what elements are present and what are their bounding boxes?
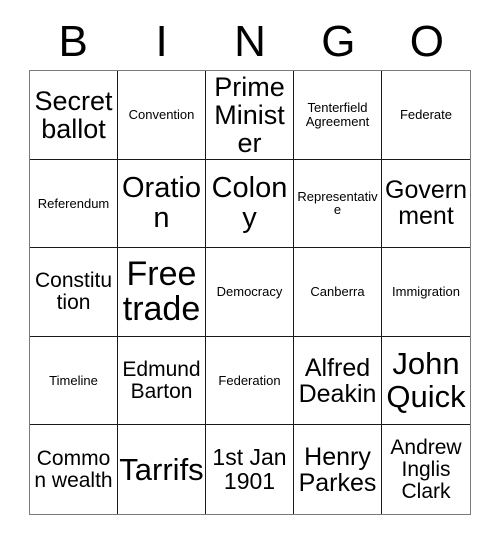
bingo-cell[interactable]: Federate — [382, 71, 470, 160]
bingo-cell-label: Andrew Inglis Clark — [390, 435, 462, 503]
bingo-cell[interactable]: Colony — [206, 159, 294, 249]
bingo-cell-label: Timeline — [49, 372, 98, 388]
bingo-cell-label: Federation — [218, 372, 281, 388]
header-letter-i: I — [155, 17, 168, 66]
bingo-cell-label: Constitu tion — [34, 269, 113, 314]
bingo-cell[interactable]: Free trade — [118, 248, 206, 337]
bingo-cell[interactable]: Andrew Inglis Clark — [382, 425, 470, 514]
bingo-cell-label: Canberra — [310, 284, 365, 300]
bingo-cell-label: Tenterfield Agreement — [305, 100, 370, 129]
bingo-cell[interactable]: Democracy — [206, 248, 294, 337]
bingo-cell[interactable]: Timeline — [30, 336, 118, 426]
bingo-cell-label: Democracy — [216, 284, 283, 300]
bingo-cell[interactable]: 1st Jan 1901 — [206, 425, 294, 514]
bingo-cell[interactable]: Oration — [118, 159, 206, 249]
bingo-grid: Secret ballot Convention Prime Minister Ten… — [29, 70, 471, 515]
bingo-cell[interactable]: Edmund Barton — [118, 336, 206, 426]
bingo-cell[interactable]: Govern ment — [382, 159, 470, 249]
bingo-cell-label: Govern ment — [385, 176, 467, 231]
bingo-cell-label: Secret ballot — [34, 85, 113, 144]
bingo-cell-label: Tarrifs — [119, 451, 204, 487]
bingo-cell-label: Common wealth — [34, 446, 113, 492]
bingo-cell[interactable]: Alfred Deakin — [294, 336, 382, 426]
bingo-cell[interactable]: Federation — [206, 336, 294, 426]
bingo-cell[interactable]: Representative — [294, 159, 382, 249]
header-letter-g: G — [321, 17, 356, 66]
bingo-cell-label: Oration — [122, 172, 201, 235]
bingo-cell-label: John Quick — [386, 346, 466, 414]
bingo-cell[interactable]: Referendum — [30, 159, 118, 249]
bingo-cell[interactable]: Common wealth — [30, 425, 118, 514]
bingo-cell-label: Convention — [128, 107, 195, 123]
bingo-cell[interactable]: Immigration — [382, 248, 470, 337]
bingo-cell[interactable]: Tenterfield Agreement — [294, 71, 382, 160]
bingo-cell[interactable]: John Quick — [382, 336, 470, 426]
bingo-cell-label: Colony — [211, 172, 288, 235]
header-letter-o: O — [409, 17, 444, 66]
bingo-cell-label: Referendum — [37, 195, 110, 211]
bingo-cell-label: Henry Parkes — [298, 442, 377, 497]
bingo-cell-label: 1st Jan 1901 — [212, 443, 287, 494]
bingo-cell-label: Edmund Barton — [122, 357, 201, 403]
bingo-cell[interactable]: Secret ballot — [30, 71, 118, 160]
bingo-cell[interactable]: Convention — [118, 71, 206, 160]
bingo-card: B I N G O Secret ballot Convention Prime M… — [0, 0, 500, 544]
header-letter-b: B — [58, 17, 88, 66]
bingo-cell-label: Alfred Deakin — [298, 353, 377, 408]
bingo-cell-label: Immigration — [392, 284, 460, 300]
bingo-cell-label: Prime Minister — [214, 71, 285, 158]
bingo-cell[interactable]: Canberra — [294, 248, 382, 337]
bingo-cell[interactable]: Prime Minister — [206, 71, 294, 160]
bingo-cell[interactable]: Henry Parkes — [294, 425, 382, 514]
bingo-cell-label: Representative — [297, 188, 378, 218]
bingo-cell-label: Free trade — [122, 254, 201, 328]
bingo-header-row: B I N G O — [29, 14, 471, 70]
bingo-cell[interactable]: Constitu tion — [30, 248, 118, 337]
bingo-cell[interactable]: Tarrifs — [118, 425, 206, 514]
bingo-cell-label: Federate — [399, 107, 453, 123]
header-letter-n: N — [234, 17, 266, 66]
